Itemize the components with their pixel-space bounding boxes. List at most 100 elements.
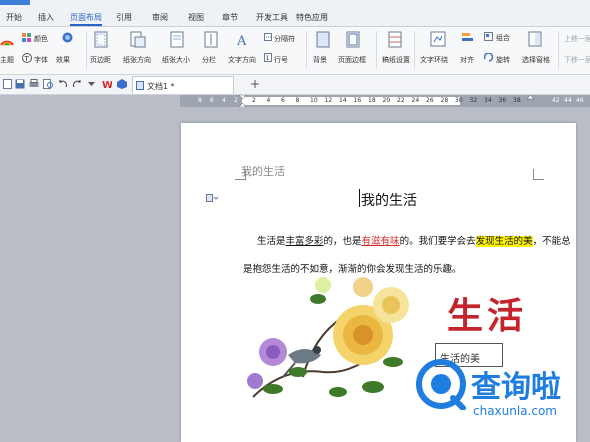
margins-label[interactable]: 页边距: [90, 55, 111, 65]
menu-insert[interactable]: 插入: [38, 12, 54, 23]
ruler-tick: 4: [266, 97, 271, 104]
orientation-icon[interactable]: [130, 31, 146, 48]
paragraph-line-1[interactable]: 生活是丰富多彩的，也是有滋有味的。我们要学会去发现生活的美，不能总: [257, 233, 571, 247]
ribbon-separator: [306, 31, 307, 69]
effects-icon[interactable]: [62, 32, 73, 43]
breaks-label[interactable]: 分隔符: [274, 34, 295, 44]
theme-label[interactable]: 主题: [0, 55, 14, 65]
page-border-label[interactable]: 页面边框: [338, 55, 366, 65]
rotate-icon[interactable]: [484, 53, 493, 62]
effects-label[interactable]: 效果: [56, 55, 70, 65]
document-title[interactable]: 我的生活: [361, 190, 417, 210]
align-icon[interactable]: [462, 32, 474, 44]
paper-size-label[interactable]: 纸张大小: [162, 55, 190, 65]
watermark-url: chaxunla.com: [473, 404, 557, 418]
save-icon[interactable]: [15, 79, 25, 89]
header-text[interactable]: 我的生活: [241, 163, 285, 179]
document-tab-title: 文档1 *: [147, 82, 175, 91]
draft-settings-icon[interactable]: [388, 31, 402, 48]
print-preview-icon[interactable]: [43, 79, 53, 89]
selection-pane-label[interactable]: 选择窗格: [522, 55, 550, 65]
wrap-text-label[interactable]: 文字环绕: [420, 55, 448, 65]
background-label[interactable]: 背景: [313, 55, 327, 65]
ruler-tick: 4: [222, 97, 226, 104]
menu-references[interactable]: 引用: [116, 12, 132, 23]
cube-icon[interactable]: [117, 79, 127, 89]
breaks-icon[interactable]: [264, 33, 272, 41]
menu-review[interactable]: 审阅: [152, 12, 168, 23]
ruler-tick: 2: [234, 97, 238, 104]
wps-logo-icon[interactable]: W: [102, 79, 112, 89]
colors-label[interactable]: 颜色: [34, 34, 48, 44]
group-icon[interactable]: [484, 32, 493, 41]
paper-size-icon[interactable]: [170, 31, 184, 48]
new-doc-icon[interactable]: [3, 79, 12, 89]
ruler-tick: 36: [498, 97, 507, 104]
menu-developer[interactable]: 开发工具: [256, 12, 288, 23]
group-label[interactable]: 组合: [496, 33, 510, 43]
align-label[interactable]: 对齐: [460, 55, 474, 65]
ruler-tick: 22: [397, 97, 405, 104]
text-direction-label[interactable]: 文字方向: [228, 55, 256, 65]
ribbon-separator: [86, 31, 87, 69]
menu-home[interactable]: 开始: [6, 12, 22, 23]
ribbon-separator: [376, 31, 377, 69]
ruler-tick: 16: [353, 97, 362, 104]
left-indent-marker[interactable]: [239, 95, 246, 107]
right-indent-marker[interactable]: [527, 95, 534, 103]
wordart-text[interactable]: 生活: [447, 287, 527, 339]
orientation-label[interactable]: 纸张方向: [123, 55, 151, 65]
ruler-tick: 44: [564, 97, 572, 104]
document-map-icon[interactable]: [206, 194, 218, 202]
chevron-down-icon[interactable]: [88, 82, 95, 87]
underlined-text: 丰富多彩: [285, 236, 324, 247]
menu-page-layout[interactable]: 页面布局: [70, 12, 102, 26]
font-label[interactable]: 字体: [34, 55, 48, 65]
svg-text:A: A: [236, 34, 247, 48]
document-tab[interactable]: 文档1 *: [132, 76, 234, 94]
ruler-tick: 30: [455, 97, 463, 104]
new-tab-button[interactable]: +: [250, 77, 260, 91]
menu-view[interactable]: 视图: [188, 12, 204, 23]
print-icon[interactable]: [29, 79, 39, 89]
quick-access-bar: W 文档1 * +: [0, 75, 590, 95]
horizontal-ruler[interactable]: 8 6 4 2 2 4 6 8 10 12 14 16 18 20 22 24 26 28 30 32 34 36…: [180, 95, 590, 107]
colors-icon[interactable]: [22, 33, 32, 42]
background-icon[interactable]: [316, 31, 330, 48]
line-numbers-icon[interactable]: 1: [264, 53, 272, 62]
line-numbers-label[interactable]: 行号: [274, 55, 288, 65]
svg-text:1: 1: [266, 55, 270, 62]
columns-icon[interactable]: [204, 31, 218, 48]
theme-icon[interactable]: [0, 33, 14, 47]
ruler-tick: 14: [339, 97, 347, 104]
font-icon[interactable]: T: [22, 53, 32, 63]
svg-text:T: T: [24, 55, 30, 63]
magnifier-logo-icon: [416, 359, 466, 410]
svg-text:W: W: [102, 80, 112, 89]
selection-pane-icon[interactable]: [528, 31, 542, 47]
draft-settings-label[interactable]: 稿纸设置: [382, 55, 410, 65]
redo-icon[interactable]: [72, 79, 82, 89]
ruler-tick: 10: [310, 97, 318, 104]
menu-special[interactable]: 特色应用: [296, 12, 328, 23]
ruler-tick: 24: [411, 97, 420, 104]
send-backward-button[interactable]: 下移一层: [564, 55, 590, 65]
text-direction-icon[interactable]: A: [236, 31, 250, 48]
text-run: 的，也是: [323, 236, 362, 247]
columns-label[interactable]: 分栏: [202, 55, 216, 65]
bring-forward-button[interactable]: 上移一层: [564, 34, 590, 44]
flower-bird-image[interactable]: [243, 277, 411, 407]
page-border-icon[interactable]: [346, 31, 360, 48]
ruler-tick: 8: [295, 97, 300, 104]
crop-mark: [533, 169, 544, 180]
rotate-label[interactable]: 旋转: [496, 55, 510, 65]
margins-icon[interactable]: [94, 31, 108, 48]
undo-icon[interactable]: [58, 79, 68, 89]
red-underlined-text: 有滋有味: [361, 236, 400, 247]
ribbon-toolbar: 主题 颜色 T 字体 效果 页边距 纸张方向 纸张大小 分栏 A 文字方向 分隔…: [0, 27, 590, 75]
menu-section[interactable]: 章节: [222, 12, 238, 23]
ruler-tick: 28: [440, 97, 449, 104]
ribbon-separator: [558, 31, 559, 69]
paragraph-line-2[interactable]: 是抱怨生活的不如意，渐渐的你会发现生活的乐趣。: [243, 261, 462, 275]
wrap-text-icon[interactable]: [430, 31, 446, 47]
